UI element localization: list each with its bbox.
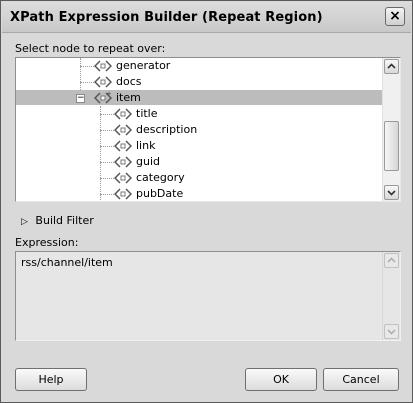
svg-text:+: + bbox=[107, 91, 112, 98]
xml-element-icon bbox=[114, 172, 132, 184]
tree-node-generator[interactable]: generator bbox=[16, 58, 383, 74]
expr-scroll-down-button[interactable] bbox=[384, 324, 399, 339]
expression-label: Expression: bbox=[15, 236, 79, 249]
xml-element-icon bbox=[114, 108, 132, 120]
ok-button[interactable]: OK bbox=[245, 368, 317, 391]
expression-field[interactable]: rss/channel/item bbox=[15, 251, 401, 341]
xml-element-icon bbox=[94, 60, 112, 72]
expression-scrollbar[interactable] bbox=[382, 252, 400, 340]
tree-node-label: link bbox=[136, 139, 156, 152]
node-tree-content: generator docs − + item title description link g… bbox=[16, 58, 383, 201]
scroll-up-icon bbox=[387, 257, 396, 263]
xml-element-icon bbox=[114, 156, 132, 168]
tree-node-description[interactable]: description bbox=[16, 122, 383, 138]
expression-value: rss/channel/item bbox=[21, 256, 113, 269]
scroll-up-icon bbox=[387, 63, 396, 69]
scroll-down-icon bbox=[387, 329, 396, 335]
xpath-builder-dialog: XPath Expression Builder (Repeat Region)… bbox=[0, 0, 413, 403]
tree-node-label: description bbox=[136, 123, 198, 136]
tree-node-title[interactable]: title bbox=[16, 106, 383, 122]
tree-node-label: docs bbox=[116, 75, 142, 88]
node-tree[interactable]: generator docs − + item title description link g… bbox=[15, 57, 401, 202]
tree-node-label: guid bbox=[136, 155, 160, 168]
dialog-title: XPath Expression Builder (Repeat Region) bbox=[10, 10, 323, 25]
xml-element-icon bbox=[94, 76, 112, 88]
tree-label: Select node to repeat over: bbox=[15, 42, 166, 55]
tree-scrollbar[interactable] bbox=[382, 58, 400, 201]
tree-node-docs[interactable]: docs bbox=[16, 74, 383, 90]
tree-node-pubdate[interactable]: pubDate bbox=[16, 186, 383, 201]
scroll-thumb[interactable] bbox=[384, 121, 399, 171]
tree-node-label: category bbox=[136, 171, 185, 184]
expr-scroll-up-button[interactable] bbox=[384, 253, 399, 268]
build-filter-toggle[interactable]: ▷ Build Filter bbox=[21, 214, 94, 227]
close-button[interactable]: × bbox=[385, 7, 405, 26]
xml-element-icon bbox=[114, 188, 132, 200]
xml-element-icon bbox=[114, 124, 132, 136]
tree-node-label: item bbox=[116, 91, 141, 104]
expand-triangle-icon: ▷ bbox=[21, 217, 28, 227]
tree-node-category[interactable]: category bbox=[16, 170, 383, 186]
tree-node-link[interactable]: link bbox=[16, 138, 383, 154]
scroll-down-button[interactable] bbox=[384, 185, 399, 200]
tree-node-label: title bbox=[136, 107, 158, 120]
scroll-up-button[interactable] bbox=[384, 59, 399, 74]
build-filter-label: Build Filter bbox=[35, 214, 94, 227]
tree-node-guid[interactable]: guid bbox=[16, 154, 383, 170]
xml-element-icon bbox=[114, 140, 132, 152]
xml-repeating-element-icon: + bbox=[94, 91, 112, 104]
cancel-button[interactable]: Cancel bbox=[323, 368, 399, 391]
help-button[interactable]: Help bbox=[15, 368, 87, 391]
close-icon: × bbox=[389, 8, 401, 24]
scroll-down-icon bbox=[387, 190, 396, 196]
title-bar[interactable]: XPath Expression Builder (Repeat Region)… bbox=[2, 2, 411, 33]
tree-node-label: generator bbox=[116, 59, 171, 72]
collapse-toggle-icon[interactable]: − bbox=[76, 94, 85, 103]
tree-node-label: pubDate bbox=[136, 187, 184, 200]
tree-node-item[interactable]: − + item bbox=[16, 90, 383, 106]
